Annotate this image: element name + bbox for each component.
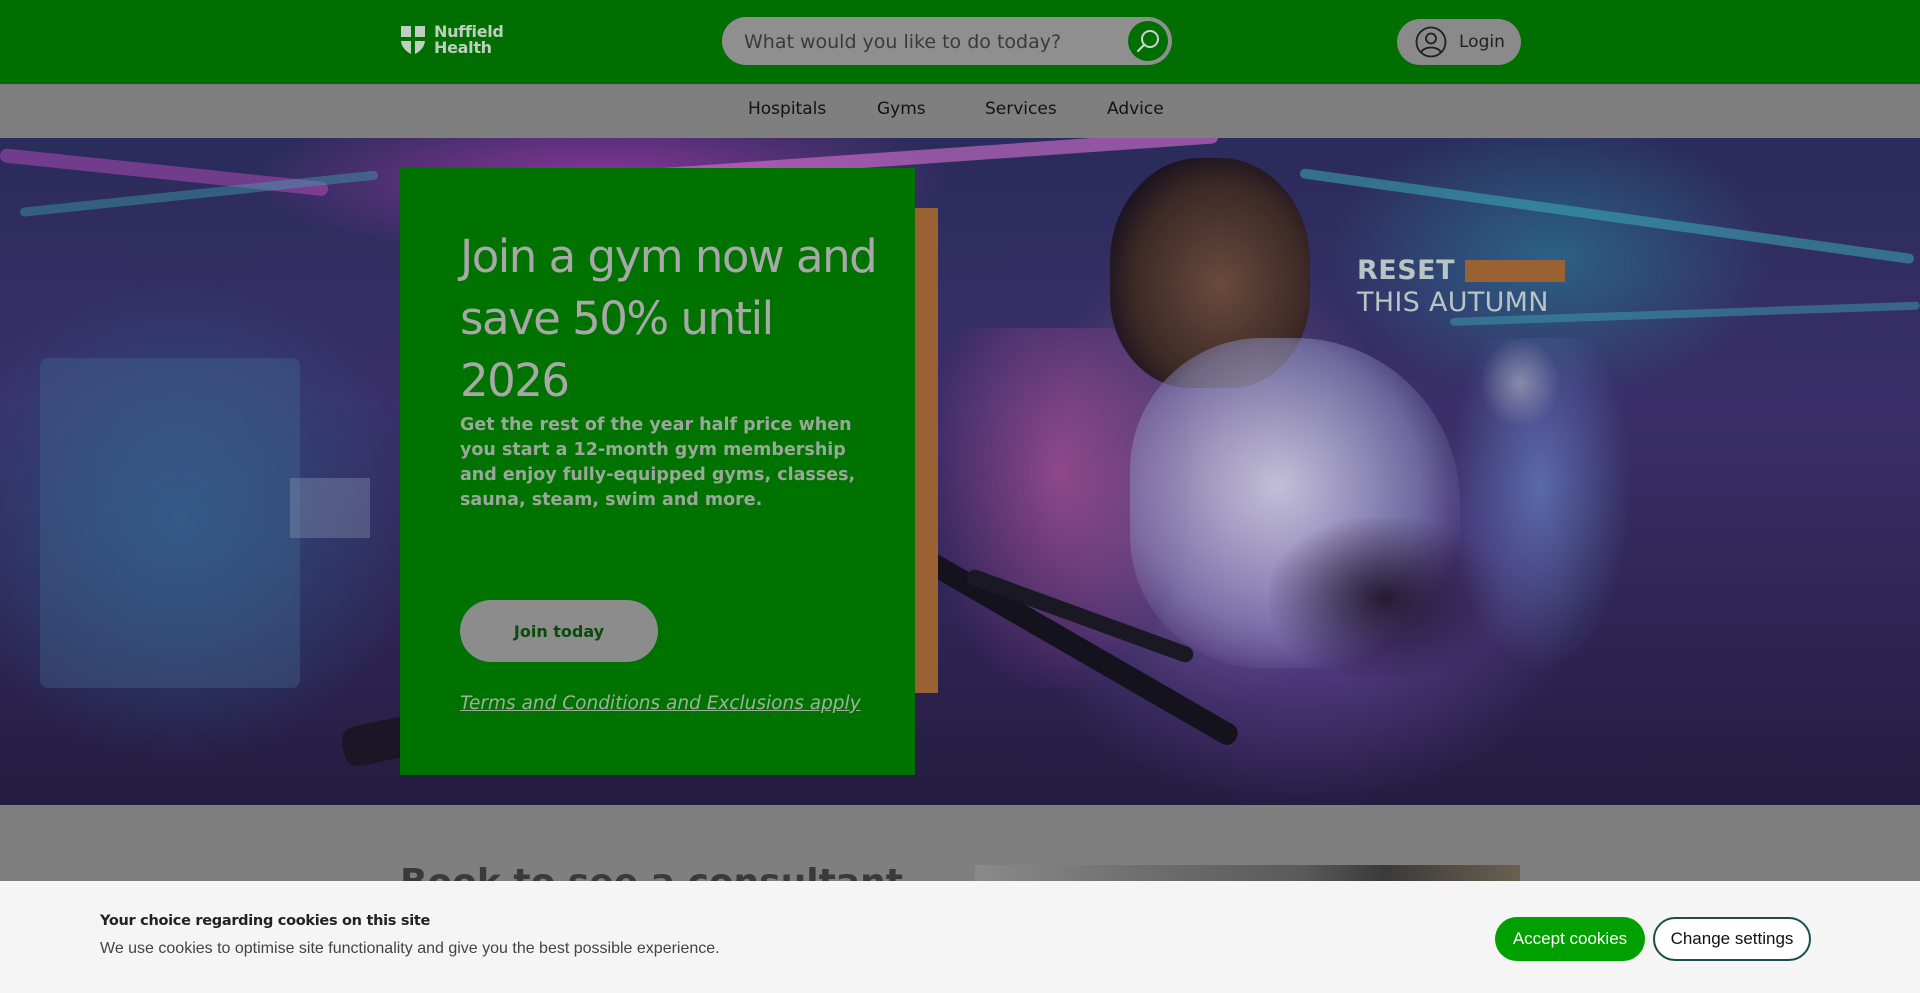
terms-link[interactable]: Terms and Conditions and Exclusions appl… bbox=[460, 693, 861, 714]
search-button[interactable] bbox=[1128, 21, 1168, 61]
main-nav: Hospitals Gyms Services Advice bbox=[0, 84, 1920, 138]
search-icon bbox=[1136, 30, 1159, 53]
user-icon bbox=[1415, 26, 1447, 58]
accept-cookies-button[interactable]: Accept cookies bbox=[1495, 917, 1645, 961]
nav-item-gyms[interactable]: Gyms bbox=[877, 99, 926, 119]
login-label: Login bbox=[1459, 32, 1505, 52]
nav-item-services[interactable]: Services bbox=[985, 99, 1057, 119]
login-button[interactable]: Login bbox=[1397, 19, 1521, 65]
search-input[interactable] bbox=[742, 17, 1116, 67]
cookie-title: Your choice regarding cookies on this si… bbox=[100, 913, 431, 929]
promo-title: Join a gym now and save 50% until 2026 bbox=[460, 230, 878, 407]
header-bar: Nuffield Health Login bbox=[0, 0, 1920, 84]
change-settings-button[interactable]: Change settings bbox=[1653, 917, 1811, 961]
reset-this-autumn-overlay: RESET THIS AUTUMN bbox=[1357, 255, 1566, 320]
overlay-accent-bar bbox=[1465, 260, 1566, 282]
nav-item-hospitals[interactable]: Hospitals bbox=[748, 99, 826, 119]
cookie-banner: Your choice regarding cookies on this si… bbox=[0, 881, 1920, 993]
search-bar bbox=[722, 17, 1172, 67]
hero-banner: Join a gym now and save 50% until 2026 G… bbox=[0, 138, 1920, 805]
join-today-button[interactable]: Join today bbox=[460, 600, 658, 662]
nav-item-advice[interactable]: Advice bbox=[1107, 99, 1164, 119]
logo-wordmark: Nuffield Health bbox=[434, 22, 504, 57]
shield-icon bbox=[401, 26, 425, 55]
overlay-line1: RESET bbox=[1357, 255, 1456, 286]
cookie-text: We use cookies to optimise site function… bbox=[100, 940, 720, 957]
overlay-line2: THIS AUTUMN bbox=[1357, 287, 1549, 318]
nuffield-health-logo[interactable]: Nuffield Health bbox=[400, 24, 504, 56]
promo-card: Join a gym now and save 50% until 2026 G… bbox=[400, 168, 915, 775]
promo-description: Get the rest of the year half price when… bbox=[460, 415, 856, 510]
